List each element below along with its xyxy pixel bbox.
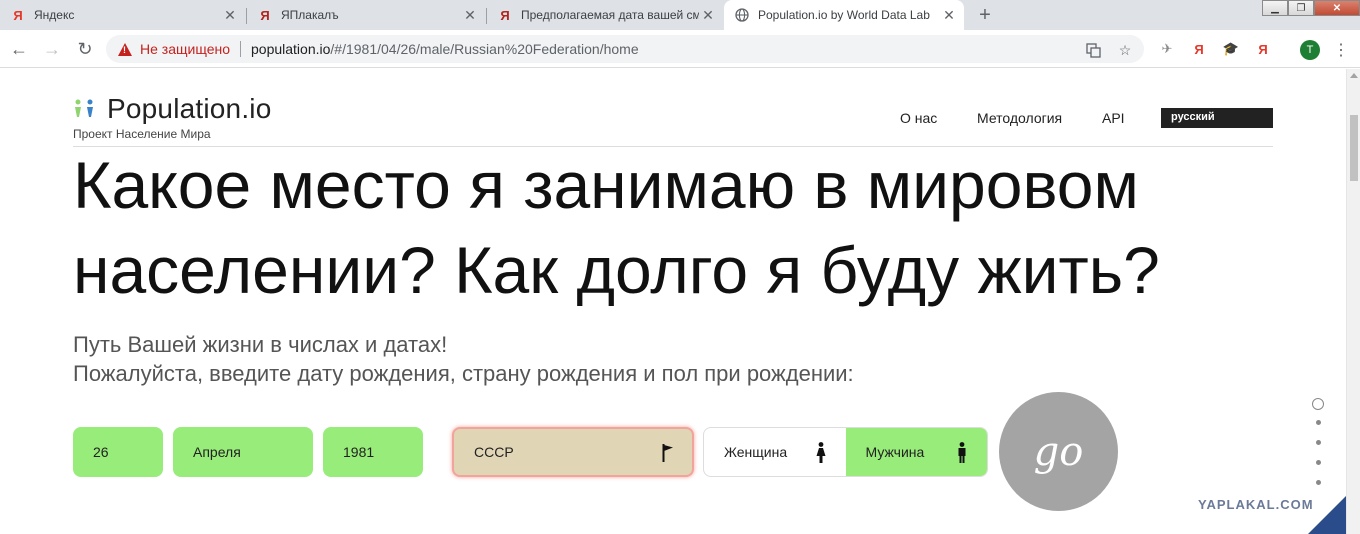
divider xyxy=(240,41,241,57)
tab-title: Предполагаемая дата вашей см xyxy=(521,8,699,22)
tab-yandex[interactable]: Я Яндекс ✕ xyxy=(0,0,245,30)
tab-title: ЯПлакалъ xyxy=(281,8,339,22)
year-select[interactable]: 1981 xyxy=(323,427,423,477)
section-dot[interactable] xyxy=(1316,480,1321,485)
close-icon[interactable]: ✕ xyxy=(699,6,717,24)
page-scrollbar[interactable] xyxy=(1346,69,1360,534)
address-bar[interactable]: Не защищено population.io/#/1981/04/26/m… xyxy=(106,35,1144,63)
watermark: YAPLAKAL.COM xyxy=(1198,497,1314,512)
flag-icon xyxy=(662,444,674,462)
minimize-icon[interactable]: ▁ xyxy=(1262,0,1288,16)
puzzle-icon[interactable]: ✈ xyxy=(1158,40,1176,58)
tab-predicted-date[interactable]: Я Предполагаемая дата вашей см ✕ xyxy=(487,0,723,30)
man-icon xyxy=(957,442,967,464)
yandex-favicon-icon: Я xyxy=(13,7,23,23)
language-select[interactable]: русский xyxy=(1161,108,1273,128)
tab-title: Яндекс xyxy=(34,8,75,22)
gender-female-label: Женщина xyxy=(724,444,788,460)
bookmark-star-icon[interactable]: ☆ xyxy=(1116,41,1134,59)
scroll-thumb[interactable] xyxy=(1350,115,1358,181)
section-dot-active[interactable] xyxy=(1312,398,1324,410)
close-icon[interactable]: ✕ xyxy=(461,6,479,24)
logo-text: Population.io xyxy=(107,93,272,124)
back-arrow-icon[interactable]: ← xyxy=(8,38,30,60)
headline-line-2: населении? Как долго я буду жить? xyxy=(73,233,1160,307)
subtitle-line-1: Путь Вашей жизни в числах и датах! xyxy=(73,332,448,357)
gender-toggle: Женщина Мужчина xyxy=(703,427,988,477)
gender-female-option[interactable]: Женщина xyxy=(704,428,846,476)
close-icon[interactable]: ✕ xyxy=(940,6,958,24)
tab-yaplakal[interactable]: Я ЯПлакалъ ✕ xyxy=(247,0,485,30)
page-title: Какое место я занимаю в мировом населени… xyxy=(73,143,1273,313)
page-content: Population.io Проект Население Мира О на… xyxy=(0,69,1346,534)
yaplakal-favicon-icon: Я xyxy=(260,7,270,23)
subtitle-line-2: Пожалуйста, введите дату рождения, стран… xyxy=(73,361,854,386)
scroll-up-icon[interactable] xyxy=(1350,73,1358,78)
month-select[interactable]: Апреля xyxy=(173,427,313,477)
close-icon[interactable]: ✕ xyxy=(221,6,239,24)
nav-api[interactable]: API xyxy=(1102,110,1125,126)
country-input[interactable]: СССР xyxy=(452,427,694,477)
url-text: population.io/#/1981/04/26/male/Russian%… xyxy=(251,41,639,57)
country-value: СССР xyxy=(474,444,514,460)
tab-population-io[interactable]: Population.io by World Data Lab ✕ xyxy=(724,0,964,30)
window-controls: ▁ ❐ ✕ xyxy=(1262,0,1360,16)
people-icon xyxy=(73,98,97,120)
headline-line-1: Какое место я занимаю в мировом xyxy=(73,148,1139,222)
gender-male-option[interactable]: Мужчина xyxy=(845,428,987,476)
site-logo[interactable]: Population.io xyxy=(73,93,272,125)
window-close-icon[interactable]: ✕ xyxy=(1314,0,1360,16)
yandex-icon[interactable]: Я xyxy=(1190,40,1208,58)
reload-icon[interactable]: ↻ xyxy=(74,38,96,60)
yaplakal-favicon-icon: Я xyxy=(500,7,510,23)
url-path: /#/1981/04/26/male/Russian%20Federation/… xyxy=(330,41,639,57)
more-vert-icon[interactable]: ⋮ xyxy=(1333,40,1349,60)
section-dot[interactable] xyxy=(1316,440,1321,445)
security-status: Не защищено xyxy=(140,41,230,57)
yandex-icon[interactable]: Я xyxy=(1254,40,1272,58)
corner-decoration xyxy=(1308,496,1346,534)
browser-toolbar: ← → ↻ Не защищено population.io/#/1981/0… xyxy=(0,30,1360,68)
globe-icon xyxy=(734,7,750,23)
woman-icon xyxy=(816,442,826,464)
go-button[interactable]: go xyxy=(999,392,1118,511)
hat-icon[interactable]: 🎓 xyxy=(1222,40,1240,58)
tab-strip: Я Яндекс ✕ Я ЯПлакалъ ✕ Я Предполагаемая… xyxy=(0,0,1360,30)
translate-icon[interactable] xyxy=(1084,41,1102,59)
nav-about[interactable]: О нас xyxy=(900,110,937,126)
section-dot[interactable] xyxy=(1316,420,1321,425)
tab-title: Population.io by World Data Lab xyxy=(758,8,930,22)
restore-icon[interactable]: ❐ xyxy=(1288,0,1314,16)
gender-male-label: Мужчина xyxy=(865,444,925,460)
nav-methodology[interactable]: Методология xyxy=(977,110,1062,126)
section-dot[interactable] xyxy=(1316,460,1321,465)
warning-icon xyxy=(118,42,132,56)
tagline: Проект Население Мира xyxy=(73,127,211,141)
new-tab-button[interactable]: + xyxy=(973,3,997,27)
avatar[interactable]: T xyxy=(1300,40,1320,60)
forward-arrow-icon[interactable]: → xyxy=(41,38,63,60)
url-host: population.io xyxy=(251,41,331,57)
day-select[interactable]: 26 xyxy=(73,427,163,477)
